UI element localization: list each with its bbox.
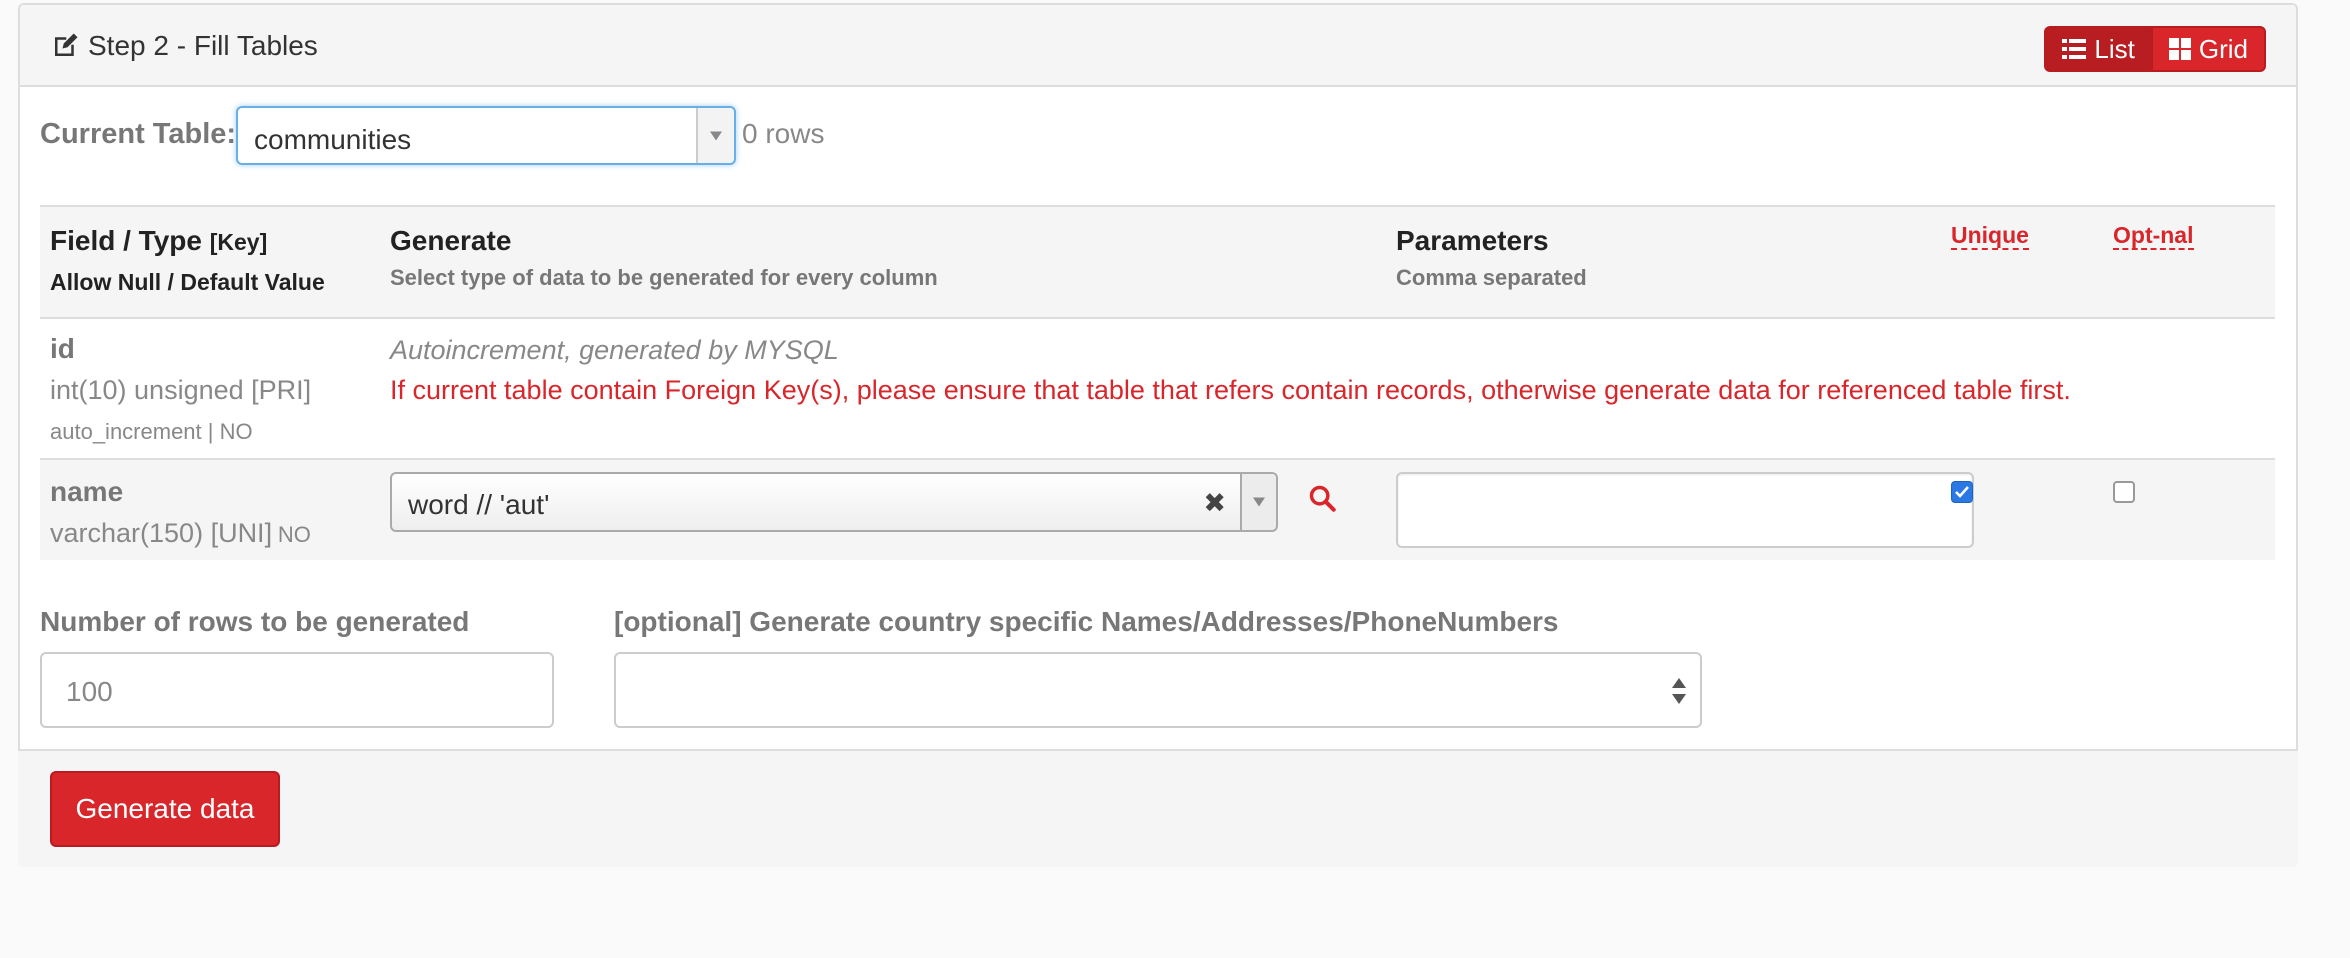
generator-dropdown-arrow[interactable] — [1240, 474, 1276, 530]
country-label: [optional] Generate country specific Nam… — [614, 606, 1559, 637]
field-type: int(10) unsigned [PRI] — [50, 375, 312, 405]
chevron-down-icon — [1253, 497, 1265, 507]
list-view-button[interactable]: List — [2044, 26, 2153, 72]
field-name: id — [50, 333, 75, 364]
page-title: Step 2 - Fill Tables — [50, 30, 318, 62]
search-icon[interactable] — [1308, 484, 1336, 512]
check-icon — [1955, 486, 1969, 498]
parameters-input[interactable] — [1396, 472, 1974, 548]
updown-arrows-icon — [1672, 678, 1686, 708]
unique-checkbox[interactable] — [1951, 481, 1973, 503]
col-parameters-sub: Comma separated — [1396, 265, 1587, 290]
generate-data-button[interactable]: Generate data — [50, 771, 280, 847]
generator-value: word // 'aut' — [408, 489, 550, 520]
rows-count-value: 100 — [66, 676, 113, 707]
field-null-default: auto_increment | NO — [50, 419, 253, 444]
current-table-dropdown-arrow[interactable] — [696, 108, 734, 163]
foreign-key-warning: If current table contain Foreign Key(s),… — [390, 375, 2071, 405]
rows-count-label: Number of rows to be generated — [40, 606, 470, 637]
grid-icon — [2168, 38, 2191, 60]
table-header: Field / Type [Key] Allow Null / Default … — [40, 205, 2275, 319]
col-key-label: [Key] — [209, 229, 268, 255]
current-table-label: Current Table: — [40, 118, 237, 150]
col-field-type: Field / Type [Key] — [50, 225, 267, 257]
col-allow-null: Allow Null / Default Value — [50, 269, 325, 295]
country-select[interactable] — [614, 652, 1702, 728]
panel-footer: Generate data — [18, 749, 2298, 867]
row-count: 0 rows — [742, 118, 825, 149]
page-title-text: Step 2 - Fill Tables — [88, 30, 318, 61]
grid-view-button[interactable]: Grid — [2152, 26, 2266, 72]
field-null-default: | NO — [266, 522, 311, 547]
col-generate-sub: Select type of data to be generated for … — [390, 265, 938, 290]
view-toggle-group: List Grid — [2044, 26, 2266, 72]
col-unique[interactable]: Unique — [1951, 222, 2029, 250]
clear-icon[interactable]: ✖ — [1203, 488, 1226, 519]
chevron-down-icon — [710, 131, 722, 140]
col-generate: Generate — [390, 225, 512, 256]
field-name: name — [50, 476, 124, 507]
generator-select[interactable]: word // 'aut' ✖ — [390, 472, 1278, 532]
table-row: id int(10) unsigned [PRI] auto_increment… — [40, 319, 2275, 460]
field-type: varchar(150) [UNI] — [50, 518, 273, 548]
rows-count-input[interactable]: 100 — [40, 652, 554, 728]
current-table-select[interactable]: communities — [236, 106, 736, 165]
col-field-type-label: Field / Type — [50, 225, 202, 256]
current-table-value: communities — [254, 124, 412, 155]
panel-heading: Step 2 - Fill Tables List Grid — [20, 5, 2296, 87]
col-optional[interactable]: Opt-nal — [2113, 222, 2194, 250]
list-view-label: List — [2094, 33, 2135, 64]
optional-checkbox[interactable] — [2113, 481, 2135, 503]
col-parameters: Parameters — [1396, 225, 1549, 256]
list-icon — [2062, 39, 2087, 59]
grid-view-label: Grid — [2198, 33, 2248, 64]
table-row: name varchar(150) [UNI] | NO word // 'au… — [40, 460, 2275, 560]
autoincrement-note: Autoincrement, generated by MYSQL — [390, 335, 839, 365]
edit-icon — [55, 33, 78, 56]
